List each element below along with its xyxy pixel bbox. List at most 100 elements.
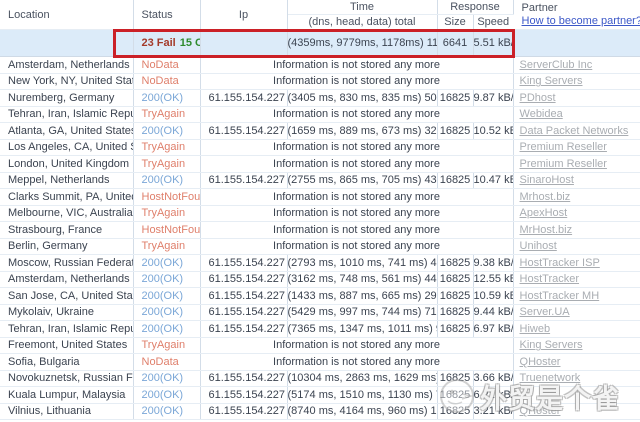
summary-row: 23 Fail15 Ok (4359ms, 9779ms, 1178ms) 11… (0, 30, 640, 57)
no-data-cell: Information is not stored any more (200, 106, 513, 123)
partner-link[interactable]: ServerClub Inc (520, 59, 593, 71)
location-cell: Mykolaiv, Ukraine (0, 304, 133, 321)
location-cell: Amsterdam, Netherlands (0, 271, 133, 288)
location-cell: New York, NY, United States (0, 73, 133, 90)
partner-cell: Webidea (513, 106, 640, 123)
table-row: Mykolaiv, Ukraine 200(OK) 61.155.154.227… (0, 304, 640, 321)
ip-cell: 61.155.154.227 (200, 403, 287, 420)
time-cell: (8740 ms, 4164 ms, 960 ms) 13864 ms (287, 403, 437, 420)
partner-link[interactable]: HostTracker MH (520, 290, 600, 302)
no-data-cell: Information is not stored any more (200, 57, 513, 74)
time-cell: (3162 ms, 748 ms, 561 ms) 4471 ms (287, 271, 437, 288)
status-cell: 200(OK) (133, 271, 200, 288)
ip-cell: 61.155.154.227 (200, 90, 287, 107)
partner-cell: Data Packet Networks (513, 123, 640, 140)
uptime-check-results-screen: Location Status Ip Time Response Partner… (0, 0, 640, 422)
status-cell: TryAgain (133, 156, 200, 173)
partner-link[interactable]: Truenetwork (520, 372, 581, 384)
check-results-table: Location Status Ip Time Response Partner… (0, 0, 640, 420)
time-cell: (2793 ms, 1010 ms, 741 ms) 4544 ms (287, 255, 437, 272)
table-row: San Jose, CA, United States 200(OK) 61.1… (0, 288, 640, 305)
table-row: Sofia, Bulgaria NoData Information is no… (0, 354, 640, 371)
partner-link[interactable]: SinaroHost (520, 174, 574, 186)
fail-count: 23 Fail (142, 37, 176, 49)
partner-cell (513, 387, 640, 404)
no-data-cell: Information is not stored any more (200, 189, 513, 206)
time-cell: (7365 ms, 1347 ms, 1011 ms) 9723 ms (287, 321, 437, 338)
partner-cell: Unihost (513, 238, 640, 255)
partner-link[interactable]: HostTracker ISP (520, 257, 600, 269)
table-row: Clarks Summit, PA, United States HostNot… (0, 189, 640, 206)
speed-cell: 12.55 kB/s (473, 271, 513, 288)
table-row: Amsterdam, Netherlands NoData Informatio… (0, 57, 640, 74)
partner-link[interactable]: Premium Reseller (520, 158, 607, 170)
table-row: Tehran, Iran, Islamic Republic of TryAga… (0, 106, 640, 123)
size-cell: 16825 (437, 403, 473, 420)
column-header-ip: Ip (200, 0, 287, 30)
table-row: Amsterdam, Netherlands 200(OK) 61.155.15… (0, 271, 640, 288)
location-cell: San Jose, CA, United States (0, 288, 133, 305)
location-cell: Novokuznetsk, Russian Federation (0, 370, 133, 387)
partner-link[interactable]: Premium Reseller (520, 141, 607, 153)
size-cell: 16825 (437, 387, 473, 404)
no-data-cell: Information is not stored any more (200, 354, 513, 371)
partner-cell: HostTracker MH (513, 288, 640, 305)
column-subheader-speed: Speed (473, 15, 513, 30)
partner-link[interactable]: QHoster (520, 405, 561, 417)
location-cell: Vilnius, Lithuania (0, 403, 133, 420)
speed-cell: 6.97 kB/s (473, 321, 513, 338)
status-cell: 200(OK) (133, 288, 200, 305)
column-header-partner: Partner How to become partner? (513, 0, 640, 30)
table-row: Strasbourg, France HostNotFound Informat… (0, 222, 640, 239)
summary-ip-cell (200, 30, 287, 57)
partner-link[interactable]: HostTracker (520, 273, 580, 285)
partner-link[interactable]: King Servers (520, 339, 583, 351)
partner-link[interactable]: MrHost.biz (520, 224, 573, 236)
partner-link[interactable]: ApexHost (520, 207, 568, 219)
summary-time-cell: (4359ms, 9779ms, 1178ms) 11000 ms (287, 30, 437, 57)
status-cell: NoData (133, 57, 200, 74)
column-subheader-time-detail: (dns, head, data) total (287, 15, 437, 30)
summary-speed-cell: 5.51 kB/s (473, 30, 513, 57)
size-cell: 16825 (437, 288, 473, 305)
status-cell: 200(OK) (133, 370, 200, 387)
summary-partner-cell (513, 30, 640, 57)
partner-link[interactable]: Server.UA (520, 306, 570, 318)
table-row: New York, NY, United States NoData Infor… (0, 73, 640, 90)
become-partner-link[interactable]: How to become partner? (522, 15, 640, 27)
table-row: Los Angeles, CA, United States TryAgain … (0, 139, 640, 156)
no-data-cell: Information is not stored any more (200, 238, 513, 255)
status-cell: 200(OK) (133, 90, 200, 107)
partner-cell: King Servers (513, 337, 640, 354)
status-cell: NoData (133, 354, 200, 371)
column-header-status: Status (133, 0, 200, 30)
speed-cell: 9.87 kB/s (473, 90, 513, 107)
partner-cell: PDhost (513, 90, 640, 107)
partner-cell: QHoster (513, 354, 640, 371)
partner-link[interactable]: Webidea (520, 108, 563, 120)
column-header-location: Location (0, 0, 133, 30)
column-subheader-size: Size (437, 15, 473, 30)
table-row: Tehran, Iran, Islamic Republic of 200(OK… (0, 321, 640, 338)
location-cell: Los Angeles, CA, United States (0, 139, 133, 156)
no-data-cell: Information is not stored any more (200, 337, 513, 354)
partner-link[interactable]: Hiweb (520, 323, 551, 335)
table-row: Kuala Lumpur, Malaysia 200(OK) 61.155.15… (0, 387, 640, 404)
size-cell: 16825 (437, 255, 473, 272)
partner-link[interactable]: QHoster (520, 356, 561, 368)
partner-link[interactable]: Unihost (520, 240, 557, 252)
no-data-cell: Information is not stored any more (200, 156, 513, 173)
time-cell: (1659 ms, 889 ms, 673 ms) 3221 ms (287, 123, 437, 140)
partner-link[interactable]: PDhost (520, 92, 556, 104)
speed-cell: 3.21 kB/s (473, 403, 513, 420)
partner-link[interactable]: King Servers (520, 75, 583, 87)
location-cell: Atlanta, GA, United States (0, 123, 133, 140)
partner-link[interactable]: Mrhost.biz (520, 191, 571, 203)
speed-cell: 10.52 kB/s (473, 123, 513, 140)
no-data-cell: Information is not stored any more (200, 205, 513, 222)
table-row: Nuremberg, Germany 200(OK) 61.155.154.22… (0, 90, 640, 107)
partner-link[interactable]: Data Packet Networks (520, 125, 629, 137)
partner-cell: Premium Reseller (513, 156, 640, 173)
no-data-cell: Information is not stored any more (200, 222, 513, 239)
size-cell: 16825 (437, 304, 473, 321)
